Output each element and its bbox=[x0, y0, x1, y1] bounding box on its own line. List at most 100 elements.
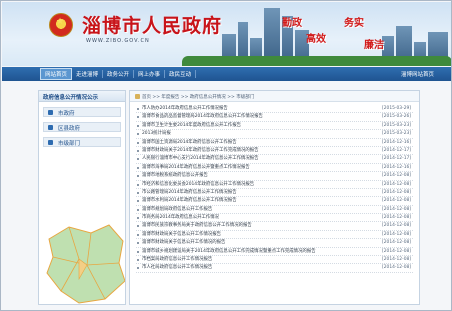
list-item-date: [2014-12-08] bbox=[382, 265, 411, 271]
sidebar-item-label: 市级部门 bbox=[58, 141, 81, 147]
page-frame: 淄博市人民政府 WWW.ZIBO.GOV.CN 勤政 务实 高效 廉洁 网站首页… bbox=[0, 0, 452, 311]
nav-item-home[interactable]: 网站首页 bbox=[40, 68, 73, 80]
sidebar-item-label: 区县政府 bbox=[58, 126, 81, 132]
list-item-date: [2014-12-17] bbox=[382, 147, 411, 153]
list-item-title[interactable]: 淄博市财政局关于信息公开工作情况的报告 bbox=[142, 240, 225, 245]
list-item[interactable]: 市经济和信息化委员会2014年政府信息公开工作情况报告 [2014-12-08] bbox=[136, 181, 413, 189]
square-bullet-icon bbox=[48, 125, 53, 130]
list-item-date: [2014-12-08] bbox=[382, 240, 411, 246]
list-item[interactable]: 市公路管理局2014年政府信息公开工作情况报告 [2014-12-08] bbox=[136, 189, 413, 198]
list-item-date: [2015-03-23] bbox=[382, 122, 411, 128]
trees bbox=[182, 56, 451, 66]
slogan-text: 廉洁 bbox=[364, 40, 384, 51]
list-item[interactable]: 淄博市财政局关于2014年政府信息公开工作完成情况的报告 [2014-12-17] bbox=[136, 147, 413, 156]
list-item-title[interactable]: 淄博市财政局关于信息公开工作情况报告 bbox=[142, 232, 221, 237]
bullet-icon bbox=[137, 124, 139, 127]
list-item-date: [2015-03-23] bbox=[382, 131, 411, 137]
list-item-date: [2014-12-08] bbox=[382, 206, 411, 212]
breadcrumb: 首页 >> 年度报告 >> 政府信息公开情况 >> 市级部门 bbox=[130, 91, 419, 102]
list-item[interactable]: 淄博市财政局关于信息公开工作情况报告 [2014-12-08] bbox=[136, 231, 413, 240]
list-item[interactable]: 淄博市财政局关于信息公开工作情况的报告 [2014-12-08] bbox=[136, 239, 413, 248]
list-item[interactable]: 市人防办2014年政府信息公开工作情况报告 [2015-03-29] bbox=[136, 105, 413, 114]
list-item-date: [2014-12-08] bbox=[382, 223, 411, 229]
list-item-date: [2014-12-08] bbox=[382, 173, 411, 179]
list-item-date: [2014-12-08] bbox=[382, 257, 411, 263]
list-item-title[interactable]: 淄博市民族宗教事务局关于政府信息公开工作情况的报告 bbox=[142, 223, 252, 228]
list-item-title[interactable]: 淄博市规划局政府信息公开工作报告 bbox=[142, 207, 212, 212]
sidebar-item-district-gov[interactable]: 区县政府 bbox=[43, 122, 121, 132]
list-item[interactable]: 2013统计局报 [2015-03-23] bbox=[136, 130, 413, 139]
report-list: 市人防办2014年政府信息公开工作情况报告 [2015-03-29] 淄博市食品药品… bbox=[130, 102, 419, 273]
list-item[interactable]: 淄博市海事局2014年政府信息公开暨重点工作情况报告 [2014-12-16] bbox=[136, 164, 413, 173]
list-item[interactable]: 市档案局政府信息公开工作情况报告 [2014-12-08] bbox=[136, 256, 413, 265]
nav-item-online-service[interactable]: 网上办事 bbox=[134, 70, 166, 78]
list-item-title[interactable]: 淄博市城乡规划建设局关于2014年政府信息公开工作完成情况暨重点工作完成情况的报… bbox=[142, 249, 316, 254]
list-item-title[interactable]: 2013统计局报 bbox=[142, 131, 171, 136]
main-content: 首页 >> 年度报告 >> 政府信息公开情况 >> 市级部门 市人防办2014年… bbox=[129, 90, 420, 305]
list-item-title[interactable]: 淄博市食品药品监督管理局2014年政府信息公开工作情况报告 bbox=[142, 114, 263, 119]
list-item[interactable]: 淄博市卫生计生委2014年度政府信息公开工作报告 [2015-03-23] bbox=[136, 122, 413, 131]
bullet-icon bbox=[137, 166, 139, 169]
slogan-text: 高效 bbox=[306, 34, 326, 45]
list-item-title[interactable]: 市经济和信息化委员会2014年政府信息公开工作情况报告 bbox=[142, 182, 254, 187]
list-item-date: [2014-12-08] bbox=[382, 189, 411, 195]
list-item-date: [2014-12-08] bbox=[382, 215, 411, 221]
home-icon bbox=[135, 94, 140, 99]
list-item-title[interactable]: 市档案局政府信息公开工作情况报告 bbox=[142, 257, 212, 262]
list-item[interactable]: 淄博市国土资源局2014年政府信息公开工作报告 [2014-12-16] bbox=[136, 139, 413, 147]
list-item-title[interactable]: 市公路管理局2014年政府信息公开工作情况报告 bbox=[142, 190, 237, 195]
list-item[interactable]: 淄博市水利局2014年政府信息公开工作情况报告 [2014-12-08] bbox=[136, 197, 413, 206]
nav-home-link[interactable]: 淄博网站首页 bbox=[401, 70, 434, 78]
bullet-icon bbox=[137, 116, 139, 119]
list-item[interactable]: 淄博市食品药品监督管理局2014年政府信息公开工作情况报告 [2015-03-26… bbox=[136, 113, 413, 122]
nav-item-interaction[interactable]: 政民互动 bbox=[165, 70, 197, 78]
bullet-icon bbox=[137, 217, 139, 220]
list-item-title[interactable]: 淄博市海事局2014年政府信息公开暨重点工作情况报告 bbox=[142, 165, 250, 170]
list-item[interactable]: 淄博市城乡规划建设局关于2014年政府信息公开工作完成情况暨重点工作完成情况的报… bbox=[136, 248, 413, 257]
sidebar-item-city-gov[interactable]: 市政府 bbox=[43, 107, 121, 117]
list-item-title[interactable]: 市人社局政府信息公开工作情况报告 bbox=[142, 265, 212, 270]
list-item-title[interactable]: 淄博市国土资源局2014年政府信息公开工作报告 bbox=[142, 140, 237, 145]
list-item-date: [2015-03-29] bbox=[382, 106, 411, 111]
bullet-icon bbox=[137, 108, 139, 110]
list-item[interactable]: 淄博市地税系统政府信息公开报告 [2014-12-08] bbox=[136, 172, 413, 181]
sidebar-item-city-departments[interactable]: 市级部门 bbox=[43, 137, 121, 147]
header-banner: 淄博市人民政府 WWW.ZIBO.GOV.CN 勤政 务实 高效 廉洁 bbox=[2, 2, 451, 66]
list-item-date: [2014-12-17] bbox=[382, 156, 411, 162]
sidebar: 政府信息公开情况公示 市政府 区县政府 市级部门 bbox=[38, 90, 126, 305]
list-item[interactable]: 市商务局2014年政府信息公开工作情况 [2014-12-08] bbox=[136, 214, 413, 223]
sidebar-title: 政府信息公开情况公示 bbox=[39, 91, 125, 102]
bullet-icon bbox=[137, 141, 139, 144]
list-item[interactable]: 淄博市规划局政府信息公开工作报告 [2014-12-08] bbox=[136, 206, 413, 215]
list-item-title[interactable]: 淄博市卫生计生委2014年度政府信息公开工作报告 bbox=[142, 123, 241, 128]
bullet-icon bbox=[137, 183, 139, 186]
bullet-icon bbox=[137, 149, 139, 152]
list-item-title[interactable]: 市商务局2014年政府信息公开工作情况 bbox=[142, 215, 219, 220]
slogan-text: 勤政 bbox=[282, 18, 302, 29]
list-item[interactable]: 淄博市民族宗教事务局关于政府信息公开工作情况的报告 [2014-12-08] bbox=[136, 222, 413, 231]
list-item-date: [2014-12-08] bbox=[382, 198, 411, 204]
bullet-icon bbox=[137, 191, 139, 194]
list-item-title[interactable]: 淄博市地税系统政府信息公开报告 bbox=[142, 173, 208, 178]
bullet-icon bbox=[137, 259, 139, 262]
list-item-date: [2014-12-08] bbox=[382, 181, 411, 187]
national-emblem-icon bbox=[49, 13, 73, 37]
bullet-icon bbox=[137, 158, 139, 161]
nav-item-about[interactable]: 走进淄博 bbox=[72, 70, 104, 78]
list-item-title[interactable]: 人民银行淄博市中心支行2014年政府信息公开工作情况报告 bbox=[142, 156, 259, 161]
list-item[interactable]: 人民银行淄博市中心支行2014年政府信息公开工作情况报告 [2014-12-17] bbox=[136, 155, 413, 164]
sidebar-item-label: 市政府 bbox=[58, 111, 75, 117]
square-bullet-icon bbox=[48, 110, 53, 115]
city-map-image bbox=[46, 224, 125, 304]
breadcrumb-text[interactable]: 首页 >> 年度报告 >> 政府信息公开情况 >> 市级部门 bbox=[142, 95, 254, 100]
list-item[interactable]: 市人社局政府信息公开工作情况报告 [2014-12-08] bbox=[136, 264, 413, 273]
list-item-title[interactable]: 市人防办2014年政府信息公开工作情况报告 bbox=[142, 106, 228, 111]
nav-item-gov-affairs[interactable]: 政务公开 bbox=[103, 70, 135, 78]
list-item-title[interactable]: 淄博市财政局关于2014年政府信息公开工作完成情况的报告 bbox=[142, 148, 259, 153]
bullet-icon bbox=[137, 233, 139, 236]
square-bullet-icon bbox=[48, 140, 53, 145]
list-item-date: [2014-12-08] bbox=[382, 231, 411, 237]
list-item-title[interactable]: 淄博市水利局2014年政府信息公开工作情况报告 bbox=[142, 198, 237, 203]
list-item-date: [2014-12-16] bbox=[382, 139, 411, 145]
bullet-icon bbox=[137, 175, 139, 178]
